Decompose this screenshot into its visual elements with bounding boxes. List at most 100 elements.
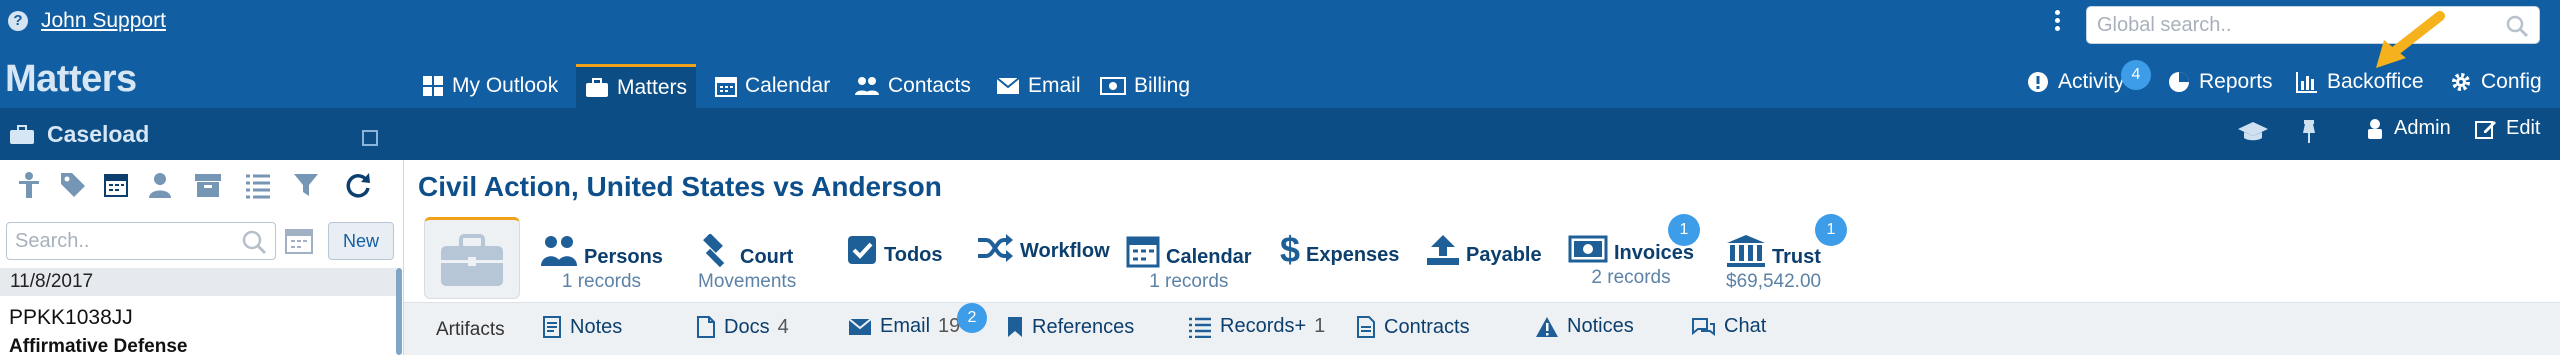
artifact-email[interactable]: Email 19	[848, 315, 960, 338]
bank-icon	[1727, 234, 1765, 267]
nav-email[interactable]: Email	[987, 64, 1090, 108]
nav-config[interactable]: Config	[2450, 70, 2542, 94]
tab-calendar[interactable]: Calendar 1 records	[1126, 232, 1252, 293]
global-search-box[interactable]	[2086, 6, 2540, 44]
tab-sub: 1 records	[561, 271, 642, 292]
bookmark-icon	[1008, 317, 1022, 337]
nav-reports[interactable]: Reports	[2168, 70, 2273, 94]
money-icon	[1100, 77, 1126, 95]
warning-icon	[1536, 316, 1558, 337]
tab-trust[interactable]: Trust $69,542.00	[1726, 232, 1821, 293]
grid-icon	[423, 76, 443, 96]
filter-icon[interactable]	[291, 170, 321, 200]
collapse-panel-icon[interactable]	[362, 130, 378, 146]
artifact-label: Records+	[1220, 315, 1307, 337]
nav-my-outlook[interactable]: My Outlook	[413, 64, 567, 108]
doc-icon	[1357, 316, 1375, 338]
accessibility-icon[interactable]	[14, 170, 44, 200]
artifact-references[interactable]: References	[1006, 315, 1134, 339]
artifact-count: 1	[1314, 315, 1326, 337]
pie-icon	[2169, 72, 2189, 92]
tab-label: Payable	[1466, 244, 1542, 266]
sidebar-search-input[interactable]	[7, 223, 227, 259]
graduation-cap-icon[interactable]	[2237, 120, 2269, 144]
nav-label: My Outlook	[452, 74, 559, 97]
edit-button[interactable]: Edit	[2475, 117, 2540, 140]
pin-icon[interactable]	[2299, 119, 2319, 145]
calendar-icon	[1126, 236, 1160, 267]
tab-todos[interactable]: Todos	[846, 232, 943, 269]
artifact-chat[interactable]: Chat	[1690, 315, 1766, 338]
nav-label: Reports	[2199, 70, 2273, 93]
admin-button[interactable]: Admin	[2365, 117, 2451, 140]
tab-sub: $69,542.00	[1726, 271, 1822, 292]
envelope-icon	[848, 317, 872, 335]
briefcase-icon	[441, 234, 503, 286]
tab-label: Workflow	[1020, 240, 1110, 262]
artifacts-label: Artifacts	[436, 319, 505, 340]
artifact-label: Chat	[1724, 315, 1767, 337]
user-name-link[interactable]: John Support	[41, 9, 166, 33]
nav-matters[interactable]: Matters	[576, 64, 697, 108]
more-options-icon[interactable]	[2052, 8, 2062, 34]
tab-label: Calendar	[1166, 246, 1252, 268]
edit-icon	[2475, 120, 2496, 139]
tab-payable[interactable]: Payable	[1426, 232, 1542, 269]
artifact-label: Docs	[724, 315, 770, 338]
archive-icon[interactable]	[193, 170, 223, 200]
list-icon[interactable]	[243, 170, 273, 200]
nav-label: Billing	[1134, 74, 1191, 97]
artifact-docs[interactable]: Docs 4	[696, 315, 789, 339]
artifact-records[interactable]: Records+ 1	[1188, 315, 1325, 338]
nav-label: Calendar	[745, 74, 831, 97]
search-icon[interactable]	[2505, 14, 2529, 38]
nav-activity[interactable]: Activity	[2027, 70, 2125, 94]
annotation-arrow-icon	[2376, 11, 2445, 68]
nav-backoffice[interactable]: Backoffice	[2296, 70, 2424, 94]
list-icon	[1189, 317, 1211, 338]
date-group-header: 11/8/2017	[0, 268, 396, 296]
new-matter-button[interactable]: New	[328, 222, 394, 260]
artifact-label: References	[1032, 315, 1135, 338]
matter-overview-tile[interactable]	[424, 217, 520, 299]
briefcase-icon	[586, 77, 608, 97]
admin-label: Admin	[2394, 117, 2451, 139]
artifact-notes[interactable]: Notes	[542, 315, 622, 339]
artifact-label: Notices	[1567, 315, 1634, 337]
person-icon[interactable]	[145, 170, 175, 200]
calendar-icon[interactable]	[101, 170, 131, 200]
nav-calendar[interactable]: Calendar	[706, 64, 839, 108]
bar-chart-icon	[2296, 72, 2317, 93]
tab-sub: 2 records	[1591, 267, 1671, 288]
tab-persons[interactable]: Persons 1 records	[540, 232, 663, 293]
search-icon[interactable]	[241, 229, 267, 255]
case-number[interactable]: PPKK1038JJ	[9, 306, 133, 330]
tab-label: Expenses	[1306, 244, 1400, 266]
help-icon[interactable]: ?	[8, 11, 28, 31]
artifact-contracts[interactable]: Contracts	[1356, 315, 1470, 339]
tag-icon[interactable]	[58, 170, 88, 200]
sidebar-scrollbar[interactable]	[396, 268, 402, 355]
persons-icon	[541, 235, 577, 266]
nav-label: Config	[2481, 70, 2542, 93]
nav-contacts[interactable]: Contacts	[845, 64, 980, 108]
edit-label: Edit	[2506, 117, 2541, 139]
date-picker-icon[interactable]	[284, 227, 314, 255]
users-icon	[855, 77, 879, 95]
activity-count-badge: 4	[2121, 60, 2151, 90]
notes-icon	[543, 316, 561, 338]
nav-billing[interactable]: Billing	[1091, 64, 1199, 108]
tab-workflow[interactable]: Workflow	[976, 232, 1110, 265]
refresh-icon[interactable]	[343, 170, 373, 200]
tab-sub: 1 records	[1149, 271, 1229, 292]
tab-court[interactable]: Court Movements	[698, 232, 796, 293]
section-title: Caseload	[47, 121, 150, 147]
user-lock-icon	[2368, 118, 2382, 139]
shuffle-icon	[978, 233, 1013, 262]
tab-expenses[interactable]: $ Expenses	[1280, 231, 1400, 269]
money-icon	[1568, 235, 1608, 262]
tab-label: Trust	[1772, 246, 1821, 268]
sidebar-search-box[interactable]	[6, 222, 276, 260]
artifact-notices[interactable]: Notices	[1535, 315, 1634, 338]
artifact-count: 4	[777, 315, 789, 338]
